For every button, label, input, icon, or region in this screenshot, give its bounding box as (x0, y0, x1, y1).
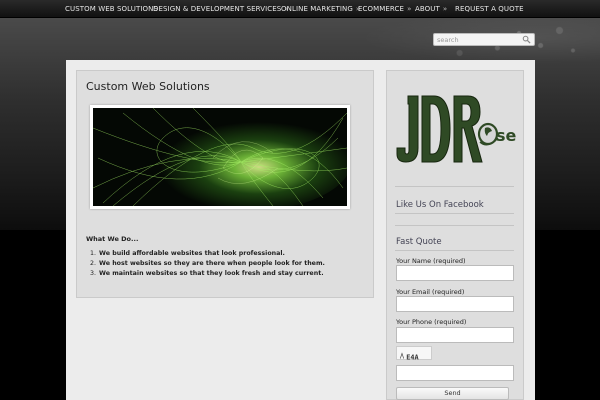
chevron-right-icon: » (442, 5, 448, 13)
name-field[interactable] (396, 265, 514, 281)
search-input[interactable] (437, 34, 521, 45)
email-label: Your Email (required) (396, 288, 465, 296)
nav-item-about[interactable]: ABOUT» (415, 0, 447, 18)
facebook-heading: Like Us On Facebook (396, 200, 484, 210)
send-button[interactable]: Send (396, 387, 509, 400)
list-item: 2. We host websites so they are there whe… (90, 260, 325, 267)
page-title: Custom Web Solutions (86, 80, 210, 93)
divider (395, 186, 514, 187)
divider (395, 213, 514, 214)
list-item: 1. We build affordable websites that look… (90, 250, 285, 257)
hero-image (90, 105, 350, 209)
name-label: Your Name (required) (396, 257, 466, 265)
services-list: 1. We build affordable websites that look… (90, 249, 325, 279)
email-field[interactable] (396, 296, 514, 312)
divider (395, 250, 514, 251)
nav-item-design-development[interactable]: DESIGN & DEVELOPMENT SERVICES» (153, 0, 289, 18)
nav-item-online-marketing[interactable]: ONLINE MARKETING» (281, 0, 360, 18)
phone-label: Your Phone (required) (396, 318, 467, 326)
section-heading: What We Do... (86, 235, 139, 243)
svg-text:se: se (496, 126, 517, 145)
captcha-icon: E4A (399, 352, 420, 361)
search-icon[interactable] (522, 35, 531, 44)
search-box (433, 33, 535, 46)
top-nav: CUSTOM WEB SOLUTIONS DESIGN & DEVELOPMEN… (0, 0, 600, 18)
svg-text:E4A: E4A (406, 353, 419, 361)
chevron-right-icon: » (407, 5, 412, 13)
captcha-field[interactable] (396, 365, 514, 381)
phone-field[interactable] (396, 327, 514, 343)
list-item: 3. We maintain websites so that they look… (90, 270, 324, 277)
fractal-artwork (93, 108, 347, 206)
nav-item-ecommerce[interactable]: ECOMMERCE» (358, 0, 411, 18)
captcha-image: E4A (396, 346, 432, 361)
nav-item-custom-web-solutions[interactable]: CUSTOM WEB SOLUTIONS (65, 0, 158, 18)
fast-quote-heading: Fast Quote (396, 237, 442, 247)
divider (395, 225, 514, 226)
brand-logo[interactable]: se (394, 92, 518, 168)
nav-item-request-quote[interactable]: REQUEST A QUOTE (455, 0, 524, 18)
